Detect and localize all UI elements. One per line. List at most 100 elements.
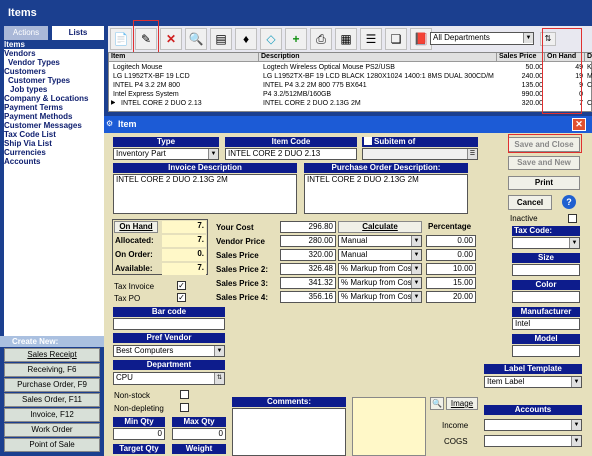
delete-icon[interactable]: ✕ [160,28,182,50]
calculate-button[interactable]: Calculate [338,221,422,233]
sales-price-pct-field[interactable]: 0.00 [426,249,476,261]
your-cost-field[interactable]: 296.80 [280,221,336,233]
tag-icon[interactable]: ♦ [235,28,257,50]
image-button[interactable]: Image [446,397,478,410]
sales-price-4-pct-field[interactable]: 20.00 [426,291,476,303]
sidebar-item-currencies[interactable]: Currencies [4,148,104,157]
sidebar-item-customer-types[interactable]: Customer Types [4,76,104,85]
new-item-icon[interactable]: 📄 [110,28,132,50]
sidebar-item-tax-code-list[interactable]: Tax Code List [4,130,104,139]
find-icon[interactable]: 🔍 [185,28,207,50]
save-new-button[interactable]: Save and New [508,156,580,170]
department-select[interactable]: CPU ⇅ [113,372,225,385]
cancel-button[interactable]: Cancel [508,195,552,210]
sidebar-item-payment-terms[interactable]: Payment Terms [4,103,104,112]
barcode-field[interactable] [113,318,225,330]
label-template-select[interactable]: Item Label ▼ [484,376,582,388]
point-of-sale-button[interactable]: Point of Sale [4,438,100,452]
min-qty-field[interactable]: 0 [113,428,165,440]
print-button[interactable]: Print [508,176,580,190]
tax-code-select[interactable]: ▼ [512,237,580,249]
manufacturer-field[interactable]: Intel [512,318,580,330]
sidebar-item-items[interactable]: Items [4,40,104,49]
add-icon[interactable]: + [285,28,307,50]
table-cell-d: CP [587,100,592,107]
sidebar-item-customer-messages[interactable]: Customer Messages [4,121,104,130]
column-header-sales-price[interactable]: Sales Price [497,53,545,62]
table-cell-item[interactable]: Intel Express System [111,90,259,99]
table-cell-item[interactable]: LG L1952TX-BF 19 LCD [111,72,259,81]
invoice-desc-field[interactable]: INTEL CORE 2 DUO 2.13G 2M [113,174,297,214]
inactive-checkbox[interactable] [568,214,577,223]
sales-order-button[interactable]: Sales Order, F11 [4,393,100,407]
diamond-icon[interactable]: ◇ [260,28,282,50]
tax-invoice-checkbox[interactable]: ✓ [177,281,186,290]
column-header-description[interactable]: Description [259,53,497,62]
po-desc-field[interactable]: INTEL CORE 2 DUO 2.13G 2M [304,174,468,214]
department-filter-select[interactable]: All Departments ▼ [430,32,534,45]
sales-price-field[interactable]: 320.00 [280,249,336,261]
book-icon[interactable]: 📕 [410,28,432,50]
column-header-d[interactable]: D [585,53,592,62]
sidebar-item-ship-via-list[interactable]: Ship Via List [4,139,104,148]
cogs-account-select[interactable]: ▼ [484,435,582,447]
sidebar-item-accounts[interactable]: Accounts [4,157,104,166]
report-icon[interactable]: ▤ [210,28,232,50]
vendor-price-pct-field[interactable]: 0.00 [426,235,476,247]
table-cell-item[interactable]: Logitech Mouse [111,63,259,72]
sales-receipt-button[interactable]: Sales Receipt [4,348,100,362]
invoice-button[interactable]: Invoice, F12 [4,408,100,422]
sales-price-3-field[interactable]: 341.32 [280,277,336,289]
subitem-select[interactable]: ☰ [362,148,478,160]
list-icon[interactable]: ☰ [360,28,382,50]
chevron-down-icon: ▼ [411,292,421,302]
non-depleting-checkbox[interactable] [180,403,189,412]
comments-field[interactable] [232,408,346,456]
sidebar-item-vendor-types[interactable]: Vendor Types [4,58,104,67]
vendor-price-calc-select[interactable]: Manual ▼ [338,235,422,247]
receiving-button[interactable]: Receiving, F6 [4,363,100,377]
size-field[interactable] [512,264,580,276]
on-hand-button[interactable]: On Hand [114,221,158,233]
table-cell-item[interactable]: INTEL CORE 2 DUO 2.13 [119,99,259,108]
item-code-field[interactable]: INTEL CORE 2 DUO 2.13 [225,148,357,160]
sidebar-item-vendors[interactable]: Vendors [4,49,104,58]
zoom-icon[interactable]: 🔍 [430,397,444,410]
highlight-save-close [508,134,582,153]
sidebar-item-company-locations[interactable]: Company & Locations [4,94,104,103]
tab-actions[interactable]: Actions [4,26,48,40]
sales-price-4-field[interactable]: 356.16 [280,291,336,303]
tab-lists[interactable]: Lists [52,26,104,40]
cogs-label: COGS [444,437,468,446]
income-account-select[interactable]: ▼ [484,419,582,431]
sidebar-item-job-types[interactable]: Job types [4,85,104,94]
tax-po-checkbox[interactable]: ✓ [177,293,186,302]
color-field[interactable] [512,291,580,303]
sales-price-2-calc-select[interactable]: % Markup from Cost ▼ [338,263,422,275]
sidebar-item-payment-methods[interactable]: Payment Methods [4,112,104,121]
sales-price-3-pct-field[interactable]: 15.00 [426,277,476,289]
non-stock-checkbox[interactable] [180,390,189,399]
vendor-price-field[interactable]: 280.00 [280,235,336,247]
sidebar-item-customers[interactable]: Customers [4,67,104,76]
subitem-checkbox[interactable] [364,137,372,145]
work-order-button[interactable]: Work Order [4,423,100,437]
type-select[interactable]: Inventory Part ▼ [113,148,219,160]
sales-price-3-calc-select[interactable]: % Markup from Cost ▼ [338,277,422,289]
table-cell-item[interactable]: INTEL P4 3.2 2M 800 [111,81,259,90]
sales-price-calc-select[interactable]: Manual ▼ [338,249,422,261]
close-icon[interactable]: ✕ [572,118,586,131]
max-qty-field[interactable]: 0 [172,428,226,440]
sales-price-2-field[interactable]: 326.48 [280,263,336,275]
copy-icon[interactable]: ❏ [385,28,407,50]
purchase-order-button[interactable]: Purchase Order, F9 [4,378,100,392]
help-icon[interactable]: ? [562,195,576,209]
export-icon[interactable]: ▦ [335,28,357,50]
sales-price-2-pct-field[interactable]: 10.00 [426,263,476,275]
vendor-price-label: Vendor Price [216,237,265,246]
pref-vendor-select[interactable]: Best Computers ▼ [113,345,225,357]
print-icon[interactable]: ⎙ [310,28,332,50]
column-header-item[interactable]: Item [109,53,259,62]
sales-price-4-calc-select[interactable]: % Markup from Cost ▼ [338,291,422,303]
model-field[interactable] [512,345,580,357]
